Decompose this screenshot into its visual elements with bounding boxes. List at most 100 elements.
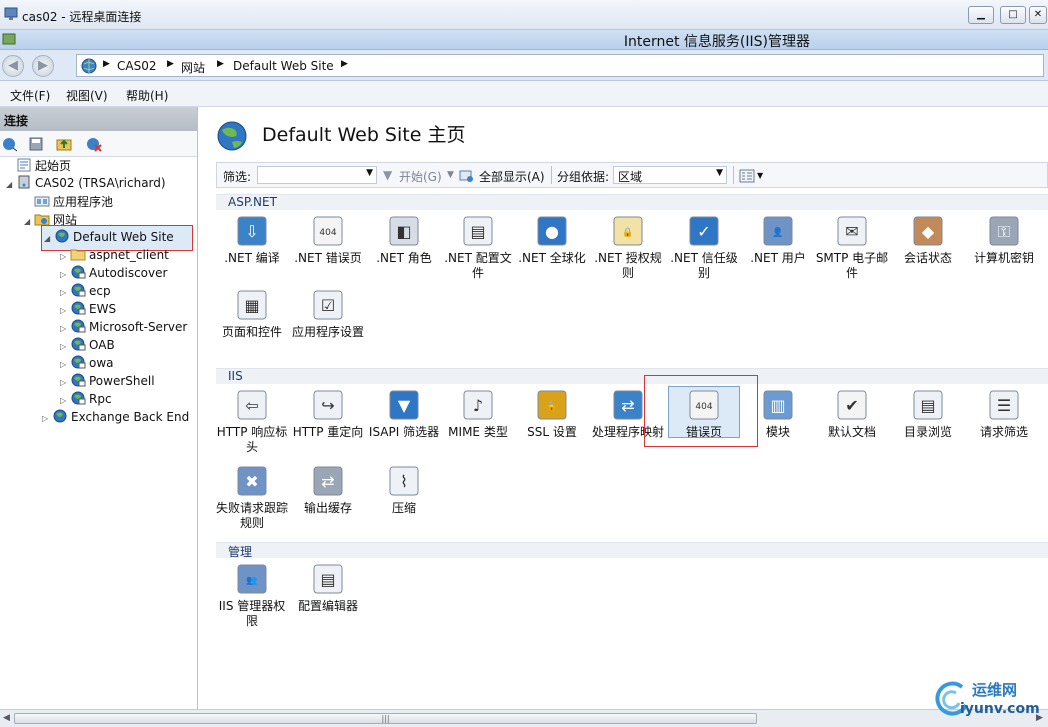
- app-title: Internet 信息服务(IIS)管理器: [623, 34, 810, 50]
- horizontal-scrollbar[interactable]: ◀ ||| ▶: [0, 709, 1048, 727]
- feature-item[interactable]: 🔒 .NET 授权规则: [590, 214, 666, 288]
- expand-arrow-icon[interactable]: ▷: [60, 288, 70, 297]
- minimize-button[interactable]: ▁: [968, 6, 994, 24]
- tree-item[interactable]: ◢ CAS02 (TRSA\richard): [6, 175, 166, 193]
- tree-item[interactable]: 起始页: [6, 157, 71, 175]
- up-level-icon[interactable]: [56, 136, 72, 152]
- breadcrumb-site[interactable]: Default Web Site: [233, 59, 334, 73]
- feature-item[interactable]: ☰ 请求筛选: [966, 388, 1042, 462]
- feature-item[interactable]: ⇦ HTTP 响应标头: [214, 388, 290, 462]
- show-all-button[interactable]: 全部显示(A): [479, 168, 545, 185]
- feature-item[interactable]: ⇩ .NET 编译: [214, 214, 290, 288]
- forward-button[interactable]: ▶: [32, 55, 54, 77]
- svg-text:404: 404: [695, 402, 712, 412]
- group-by-select[interactable]: 区域 ▼: [613, 166, 727, 184]
- expand-arrow-icon[interactable]: ▷: [60, 360, 70, 369]
- feature-item[interactable]: ♪ MIME 类型: [440, 388, 516, 462]
- tree-item[interactable]: 应用程序池: [24, 193, 113, 211]
- tree-item[interactable]: ▷ Exchange Back End: [42, 409, 189, 427]
- expand-arrow-icon[interactable]: ▷: [60, 252, 70, 261]
- globe-icon: [54, 228, 70, 243]
- svg-text:👥: 👥: [246, 576, 257, 586]
- start-filter-button[interactable]: 开始(G): [399, 168, 442, 185]
- tree-item-label: PowerShell: [89, 374, 155, 388]
- tree-item[interactable]: ▷ ecp: [60, 283, 111, 301]
- feature-icon: 🔒: [514, 388, 590, 422]
- feature-item[interactable]: ▥ 模块: [740, 388, 816, 462]
- feature-item[interactable]: ↪ HTTP 重定向: [290, 388, 366, 462]
- menu-file[interactable]: 文件(F): [10, 87, 50, 104]
- feature-item[interactable]: 404 .NET 错误页: [290, 214, 366, 288]
- close-button[interactable]: ✕: [1029, 6, 1047, 24]
- collapse-arrow-icon[interactable]: ◢: [6, 180, 16, 189]
- scroll-thumb[interactable]: |||: [14, 713, 757, 724]
- feature-item[interactable]: ▤ .NET 配置文件: [440, 214, 516, 288]
- feature-label: .NET 用户: [750, 251, 806, 265]
- svg-text:♪: ♪: [473, 396, 483, 415]
- start-dropdown-arrow-icon[interactable]: ▼: [447, 170, 454, 180]
- expand-arrow-icon[interactable]: ▷: [60, 396, 70, 405]
- breadcrumb-server[interactable]: CAS02: [117, 59, 156, 73]
- svg-text:✖: ✖: [245, 472, 258, 491]
- tree-item[interactable]: ▷ EWS: [60, 301, 116, 319]
- svg-text:▤: ▤: [920, 396, 935, 415]
- feature-item[interactable]: ✉ SMTP 电子邮件: [814, 214, 890, 288]
- tree-item[interactable]: ▷ Rpc: [60, 391, 112, 409]
- feature-item[interactable]: ▼ ISAPI 筛选器: [366, 388, 442, 462]
- tree-item[interactable]: ▷ Microsoft-Server: [60, 319, 187, 337]
- maximize-button[interactable]: □: [1000, 6, 1026, 24]
- breadcrumb-sites[interactable]: 网站: [181, 59, 205, 76]
- collapse-arrow-icon[interactable]: ◢: [44, 228, 54, 250]
- expand-arrow-icon[interactable]: ▷: [42, 414, 52, 423]
- dropdown-arrow-icon: ▼: [716, 168, 723, 178]
- save-icon[interactable]: [28, 136, 44, 152]
- feature-label: 输出缓存: [303, 501, 352, 515]
- feature-item[interactable]: ▦ 页面和控件: [214, 288, 290, 362]
- feature-item[interactable]: ▤ 目录浏览: [890, 388, 966, 462]
- tree-item[interactable]: ▷ Autodiscover: [60, 265, 167, 283]
- feature-item[interactable]: ⌇ 压缩: [366, 464, 442, 538]
- scroll-left-icon[interactable]: ◀: [3, 713, 10, 723]
- feature-item[interactable]: 🔒 SSL 设置: [514, 388, 590, 462]
- feature-item[interactable]: ✖ 失败请求跟踪规则: [214, 464, 290, 538]
- feature-item[interactable]: 👥 IIS 管理器权限: [214, 562, 290, 636]
- feature-item[interactable]: ▤ 配置编辑器: [290, 562, 366, 636]
- feature-icon: 👤: [740, 214, 816, 248]
- feature-item[interactable]: ◆ 会话状态: [890, 214, 966, 288]
- feature-label: .NET 错误页: [294, 251, 362, 265]
- view-mode-arrow-icon[interactable]: ▼: [757, 171, 763, 180]
- collapse-arrow-icon[interactable]: ◢: [24, 217, 34, 226]
- expand-arrow-icon[interactable]: ▷: [60, 324, 70, 333]
- feature-item[interactable]: ☑ 应用程序设置: [290, 288, 366, 362]
- back-button[interactable]: ◀: [2, 55, 24, 77]
- delete-connection-icon[interactable]: [86, 136, 102, 152]
- expand-arrow-icon[interactable]: ▷: [60, 306, 70, 315]
- feature-item[interactable]: ✔ 默认文档: [814, 388, 890, 462]
- app-icon: [70, 337, 86, 351]
- section-header[interactable]: IIS: [216, 368, 1048, 384]
- feature-item[interactable]: ⇄ 输出缓存: [290, 464, 366, 538]
- expand-arrow-icon[interactable]: ▷: [60, 270, 70, 279]
- section-header[interactable]: 管理: [216, 542, 1048, 559]
- menu-help[interactable]: 帮助(H): [126, 87, 168, 104]
- address-bar[interactable]: ▶ CAS02 ▶ 网站 ▶ Default Web Site ▶: [76, 54, 1044, 77]
- tree-item[interactable]: ▷ OAB: [60, 337, 115, 355]
- tree-item[interactable]: ▷ PowerShell: [60, 373, 155, 391]
- feature-icon: ☑: [290, 288, 366, 322]
- expand-arrow-icon[interactable]: ▷: [60, 342, 70, 351]
- feature-item[interactable]: ◧ .NET 角色: [366, 214, 442, 288]
- menu-view[interactable]: 视图(V): [66, 87, 108, 104]
- section-header[interactable]: ASP.NET: [216, 194, 1048, 210]
- view-mode-icon[interactable]: [739, 168, 755, 184]
- feature-item[interactable]: 👤 .NET 用户: [740, 214, 816, 288]
- connect-icon[interactable]: [2, 136, 18, 152]
- feature-icon: ⌇: [366, 464, 442, 498]
- feature-item[interactable]: 404 错误页: [666, 388, 742, 462]
- feature-item[interactable]: ● .NET 全球化: [514, 214, 590, 288]
- tree-item[interactable]: ▷ aspnet_client: [60, 247, 169, 265]
- tree-item[interactable]: ▷ owa: [60, 355, 114, 373]
- expand-arrow-icon[interactable]: ▷: [60, 378, 70, 387]
- feature-item[interactable]: ⚿ 计算机密钥: [966, 214, 1042, 288]
- feature-item[interactable]: ✓ .NET 信任级别: [666, 214, 742, 288]
- filter-input[interactable]: ▼: [257, 166, 377, 184]
